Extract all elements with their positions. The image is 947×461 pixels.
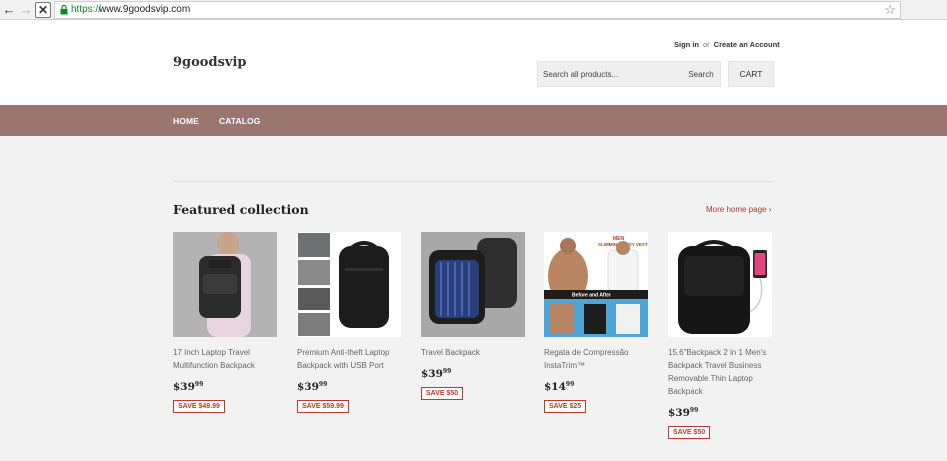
- product-image[interactable]: [173, 232, 277, 337]
- product-title[interactable]: Travel Backpack: [421, 346, 527, 359]
- product-title[interactable]: 15.6"Backpack 2 in 1 Men's Backpack Trav…: [668, 346, 774, 398]
- nav-item-catalog[interactable]: CATALOG: [219, 116, 260, 126]
- url-scheme: https://: [71, 4, 102, 15]
- search-button[interactable]: Search: [683, 65, 719, 83]
- product-title[interactable]: 17 Inch Laptop Travel Multifunction Back…: [173, 346, 279, 372]
- section-divider: [173, 181, 774, 182]
- main-nav: HOME CATALOG: [0, 105, 947, 136]
- product-card[interactable]: Travel Backpack $3999 SAVE $50: [421, 232, 527, 400]
- back-arrow-icon[interactable]: ←: [1, 2, 17, 18]
- url-host: www.9goodsvip.com: [99, 4, 191, 15]
- search-form: Search: [537, 61, 721, 87]
- forward-arrow-icon[interactable]: →: [18, 2, 34, 18]
- star-icon[interactable]: ☆: [884, 2, 896, 18]
- product-price: $1499: [544, 381, 575, 393]
- site-logo[interactable]: 9goodsvip: [173, 55, 246, 70]
- save-badge: SAVE $25: [544, 400, 587, 413]
- product-price: $3999: [297, 381, 328, 393]
- or-text: or: [703, 40, 710, 49]
- product-price: $3999: [421, 368, 452, 380]
- featured-title: Featured collection: [173, 202, 309, 217]
- product-image[interactable]: MEN SLIMMING BODY VEST Before and After: [544, 232, 648, 337]
- product-price: $3999: [173, 381, 204, 393]
- product-image[interactable]: [297, 232, 401, 337]
- sign-in-link[interactable]: Sign in: [674, 40, 699, 49]
- nav-item-home[interactable]: HOME: [173, 116, 199, 126]
- browser-toolbar: ← → ✕ https:// www.9goodsvip.com ☆: [0, 0, 947, 20]
- cart-button[interactable]: CART: [728, 61, 774, 87]
- product-title[interactable]: Regata de Compressão InstaTrim™: [544, 346, 650, 372]
- product-card[interactable]: 17 Inch Laptop Travel Multifunction Back…: [173, 232, 279, 413]
- vest-before-after: Before and After: [572, 293, 611, 299]
- stop-icon[interactable]: ✕: [35, 2, 51, 18]
- product-card[interactable]: Premium Anti-theft Laptop Backpack with …: [297, 232, 403, 413]
- site-header: 9goodsvip Sign in or Create an Account Sea…: [0, 20, 947, 105]
- product-image[interactable]: [668, 232, 772, 337]
- account-links: Sign in or Create an Account: [674, 40, 780, 49]
- more-home-page-link[interactable]: More home page ›: [706, 205, 771, 214]
- save-badge: SAVE $50: [668, 426, 711, 439]
- lock-icon: [60, 5, 68, 15]
- address-bar[interactable]: https:// www.9goodsvip.com ☆: [54, 1, 901, 19]
- search-input[interactable]: [538, 62, 683, 86]
- product-card[interactable]: 15.6"Backpack 2 in 1 Men's Backpack Trav…: [668, 232, 774, 439]
- save-badge: SAVE $59.99: [297, 400, 349, 413]
- save-badge: SAVE $50: [421, 387, 464, 400]
- create-account-link[interactable]: Create an Account: [714, 40, 780, 49]
- product-price: $3999: [668, 407, 699, 419]
- product-title[interactable]: Premium Anti-theft Laptop Backpack with …: [297, 346, 403, 372]
- product-card[interactable]: MEN SLIMMING BODY VEST Before and After …: [544, 232, 650, 413]
- save-badge: SAVE $49.99: [173, 400, 225, 413]
- product-image[interactable]: [421, 232, 525, 337]
